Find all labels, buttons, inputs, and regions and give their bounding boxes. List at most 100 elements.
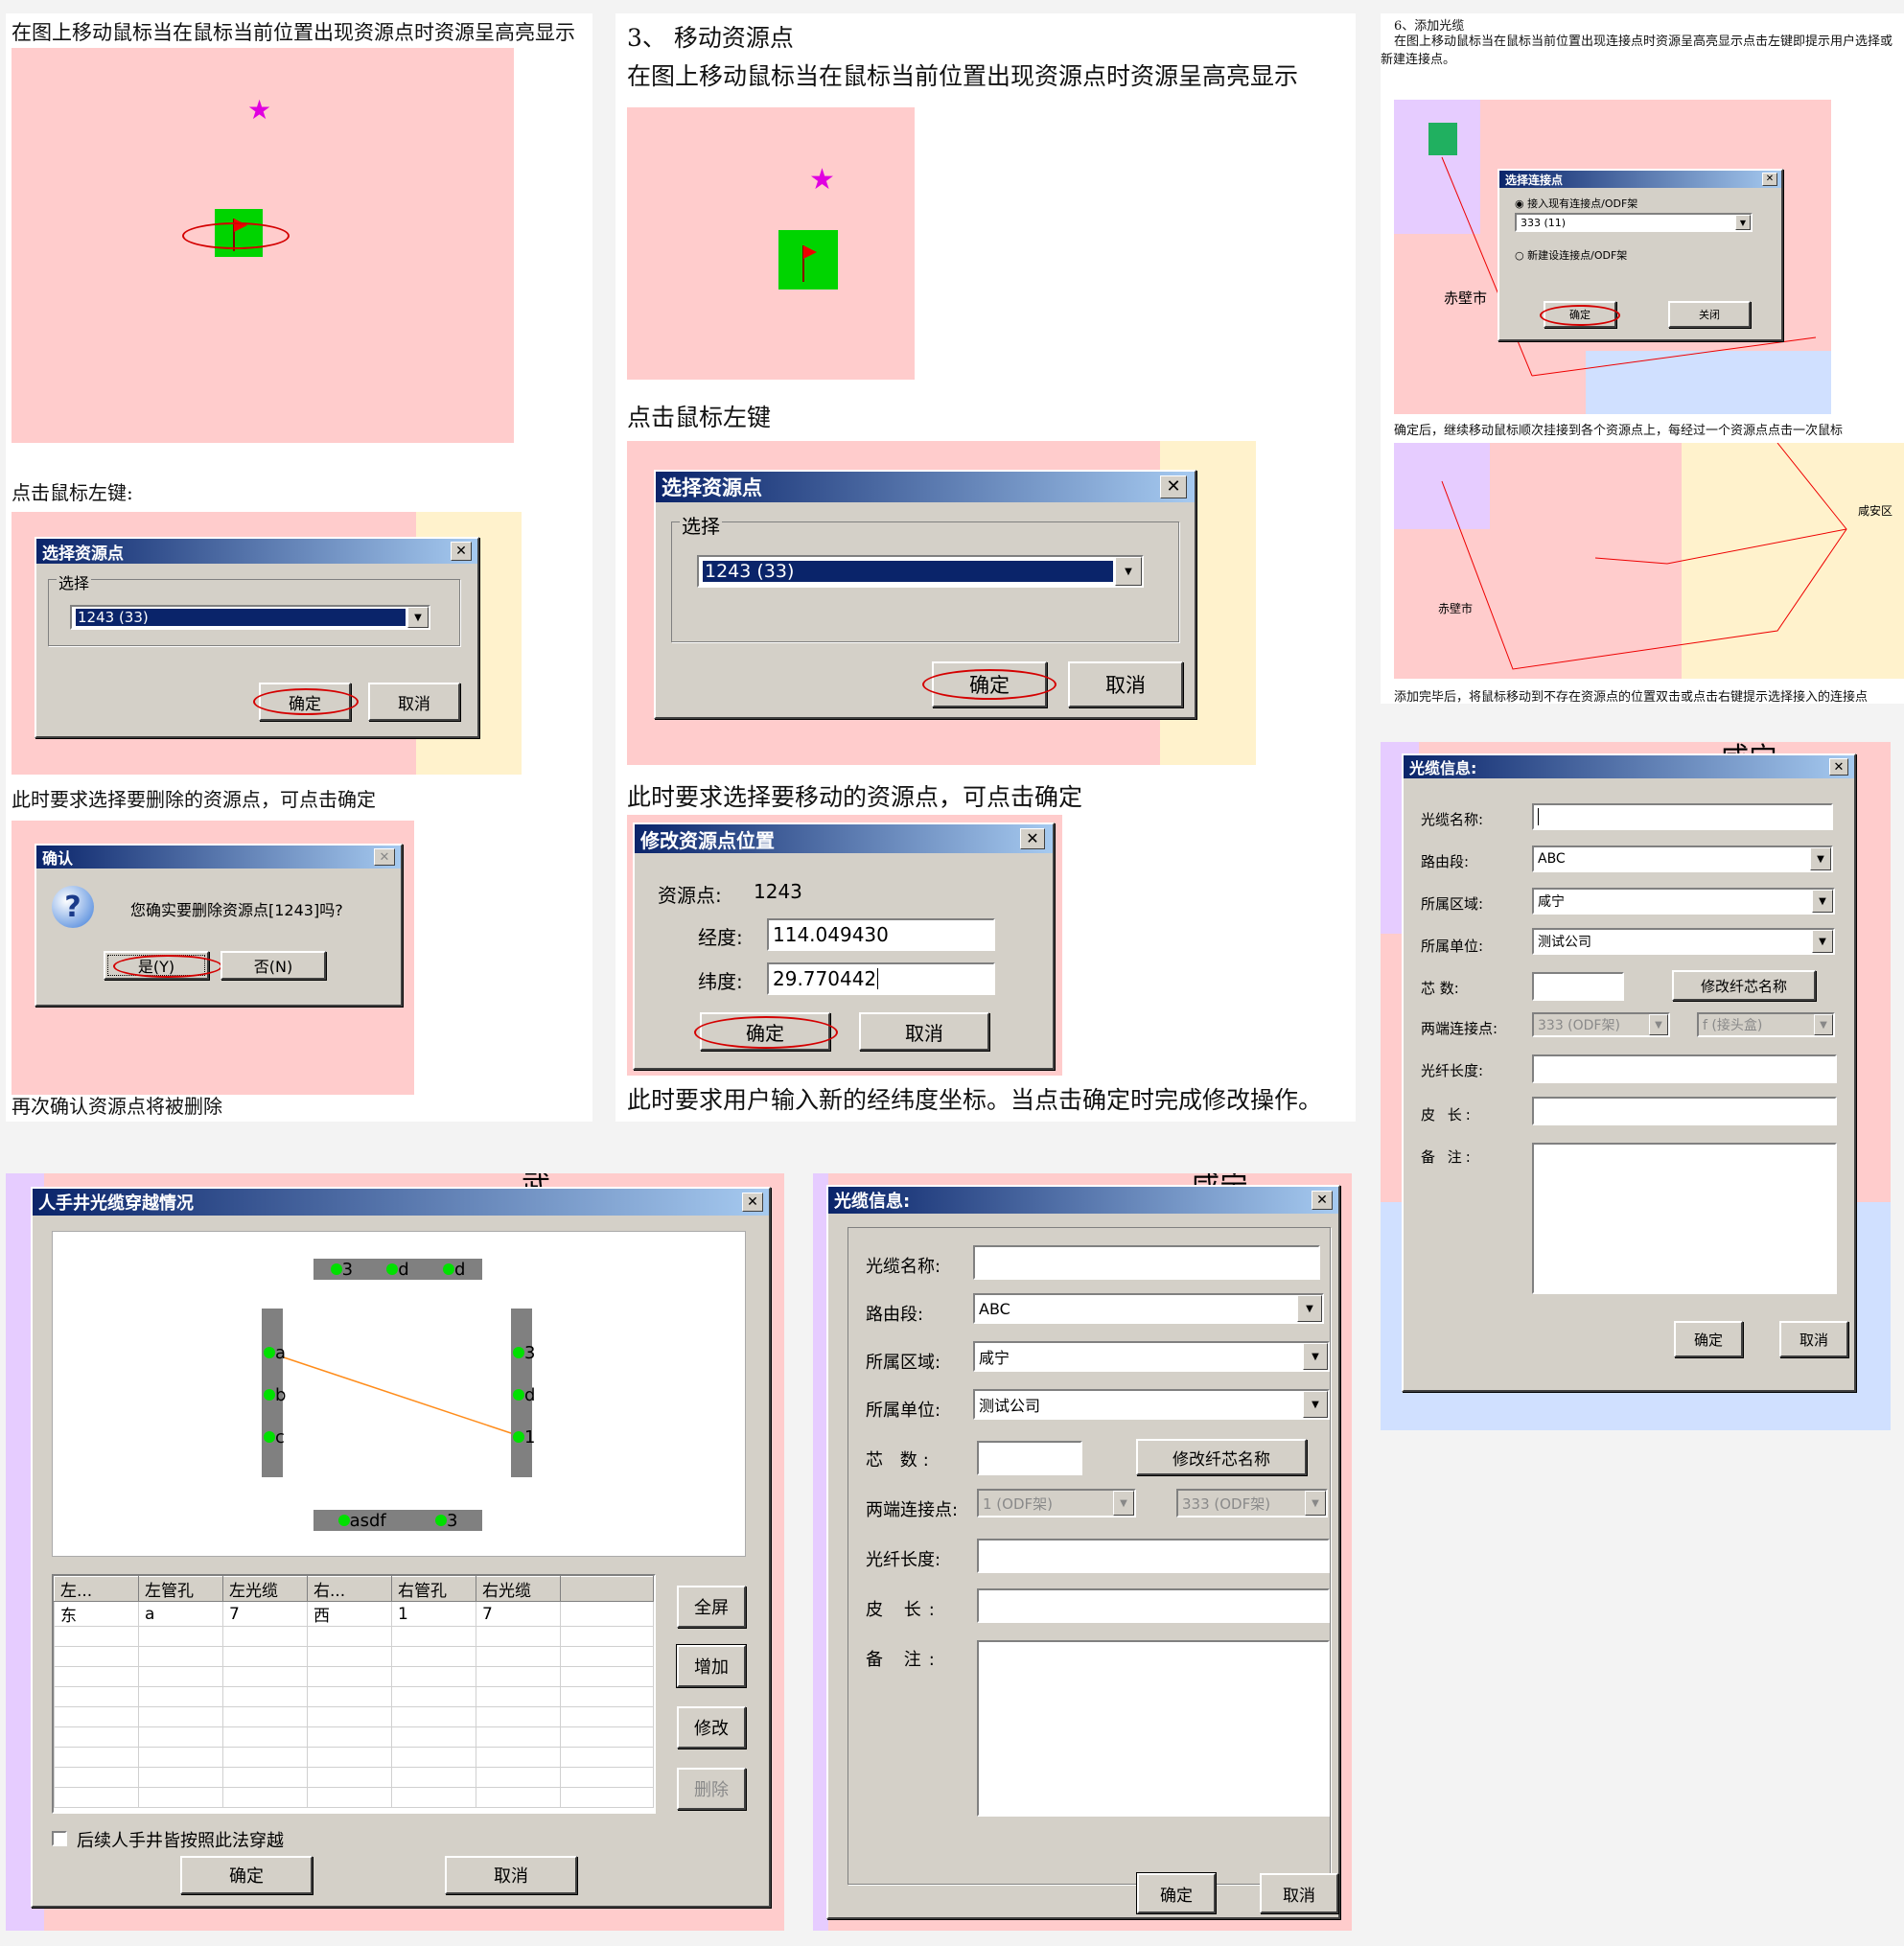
port[interactable]: asdf	[337, 1511, 386, 1531]
cancel-button[interactable]: 取消	[1779, 1321, 1848, 1357]
latitude-input[interactable]: 29.770442	[767, 962, 995, 995]
cancel-button[interactable]: 取消	[368, 683, 460, 721]
longitude-input[interactable]: 114.049430	[767, 918, 995, 951]
rename-cores-button[interactable]: 修改纤芯名称	[1136, 1439, 1307, 1475]
column-header[interactable]: 左管孔	[138, 1576, 223, 1602]
port[interactable]: 3	[513, 1343, 535, 1363]
chevron-down-icon[interactable]: ▼	[1812, 890, 1833, 913]
skin-length-input[interactable]	[977, 1588, 1330, 1623]
highlight-oval	[694, 1016, 838, 1049]
same-crossing-checkbox[interactable]	[52, 1831, 67, 1846]
chevron-down-icon[interactable]: ▼	[1649, 1014, 1668, 1035]
edit-button[interactable]: 修改	[677, 1706, 746, 1749]
resource-select[interactable]: 1243 (33) ▼	[70, 605, 430, 630]
end1-select[interactable]: 333 (ODF架) ▼	[1532, 1012, 1670, 1037]
crossing-table[interactable]: 左... 左管孔 左光缆 右... 右管孔 右光缆 东a7西17	[52, 1574, 656, 1814]
ok-button[interactable]: 确定	[1674, 1321, 1743, 1357]
chevron-down-icon[interactable]: ▼	[1735, 215, 1751, 230]
cores-input[interactable]	[977, 1441, 1082, 1475]
column-header[interactable]: 左...	[54, 1576, 139, 1602]
map-view[interactable]: 赤壁市 选择连接点 ✕ ◉ 接入现有连接点/ODF架 333 (11) ▼ ○ 新…	[1394, 100, 1831, 414]
cores-input[interactable]	[1532, 972, 1624, 1001]
port[interactable]: 3	[434, 1511, 457, 1531]
column-header	[560, 1576, 654, 1602]
chevron-down-icon[interactable]: ▼	[1115, 557, 1142, 586]
close-icon[interactable]: ✕	[374, 848, 395, 866]
unit-select[interactable]: 测试公司 ▼	[973, 1389, 1330, 1420]
rename-cores-button[interactable]: 修改纤芯名称	[1672, 970, 1816, 1001]
route-select[interactable]: ABC ▼	[973, 1293, 1324, 1324]
chevron-down-icon[interactable]: ▼	[1810, 847, 1831, 870]
column-header[interactable]: 右...	[307, 1576, 392, 1602]
table-row[interactable]: 东a7西17	[54, 1601, 654, 1627]
chevron-down-icon[interactable]: ▼	[1305, 1491, 1326, 1516]
close-icon[interactable]: ✕	[742, 1193, 763, 1212]
port[interactable]: d	[442, 1260, 465, 1280]
cable-name-input[interactable]	[1532, 803, 1833, 830]
panel-move-resource: 3、 移动资源点 在图上移动鼠标当在鼠标当前位置出现资源点时资源呈高亮显示 ★ …	[615, 13, 1356, 1122]
delete-button[interactable]: 删除	[677, 1768, 746, 1810]
crossing-table-grid: 左... 左管孔 左光缆 右... 右管孔 右光缆 东a7西17	[54, 1576, 654, 1808]
chevron-down-icon[interactable]: ▼	[1113, 1491, 1134, 1516]
end2-select[interactable]: f (接头盒) ▼	[1697, 1012, 1835, 1037]
chevron-down-icon[interactable]: ▼	[1812, 930, 1833, 953]
region-select[interactable]: 咸宁 ▼	[973, 1341, 1330, 1372]
resource-select[interactable]: 1243 (33) ▼	[697, 555, 1144, 588]
cable-name-input[interactable]	[973, 1245, 1320, 1280]
radio-existing[interactable]: ◉ 接入现有连接点/ODF架	[1515, 196, 1637, 211]
resource-point-icon[interactable]	[778, 230, 838, 290]
port[interactable]: 3	[330, 1260, 353, 1280]
select-group: 选择 1243 (33) ▼	[671, 511, 1179, 642]
port[interactable]: d	[386, 1260, 409, 1280]
cancel-button[interactable]: 取消	[859, 1012, 989, 1051]
close-icon[interactable]: ✕	[1020, 828, 1045, 849]
no-button[interactable]: 否(N)	[221, 951, 326, 980]
close-button[interactable]: 关闭	[1668, 301, 1751, 328]
end1-select[interactable]: 1 (ODF架) ▼	[977, 1489, 1136, 1517]
end2-select[interactable]: 333 (ODF架) ▼	[1176, 1489, 1328, 1517]
close-icon[interactable]: ✕	[1762, 173, 1777, 186]
fiber-length-input[interactable]	[977, 1539, 1330, 1573]
cancel-button[interactable]: 取消	[445, 1856, 577, 1894]
caption-click: 点击鼠标左键	[627, 404, 772, 431]
close-icon[interactable]: ✕	[451, 542, 472, 561]
port[interactable]: a	[264, 1343, 286, 1363]
fiber-length-input[interactable]	[1532, 1054, 1837, 1083]
modify-position-dialog: 修改资源点位置 ✕ 资源点: 1243 经度: 114.049430 纬度: 2…	[633, 822, 1055, 1070]
note-textarea[interactable]	[1532, 1143, 1837, 1294]
cancel-button[interactable]: 取消	[1068, 661, 1183, 707]
cable-name-label: 光缆名称:	[866, 1257, 941, 1277]
chevron-down-icon[interactable]: ▼	[1303, 1391, 1328, 1418]
column-header[interactable]: 右管孔	[391, 1576, 476, 1602]
map-view[interactable]: 赤壁市 咸安区	[1394, 443, 1904, 679]
table-row	[54, 1646, 654, 1667]
port[interactable]: c	[264, 1427, 285, 1448]
connection-select[interactable]: 333 (11) ▼	[1515, 213, 1753, 232]
map-view[interactable]: ★	[12, 48, 514, 443]
chevron-down-icon[interactable]: ▼	[1297, 1295, 1322, 1322]
radio-new[interactable]: ○ 新建设连接点/ODF架	[1515, 247, 1627, 263]
region-select[interactable]: 咸宁 ▼	[1532, 888, 1835, 915]
column-header[interactable]: 左光缆	[222, 1576, 308, 1602]
map-view[interactable]: ★	[627, 107, 915, 380]
fullscreen-button[interactable]: 全屏	[677, 1586, 746, 1628]
group-label: 选择	[57, 570, 92, 593]
chevron-down-icon[interactable]: ▼	[1814, 1014, 1833, 1035]
note-textarea[interactable]	[977, 1640, 1330, 1817]
close-icon[interactable]: ✕	[1312, 1191, 1333, 1210]
unit-select[interactable]: 测试公司 ▼	[1532, 928, 1835, 955]
ok-button[interactable]: 确定	[1136, 1872, 1217, 1914]
close-icon[interactable]: ✕	[1160, 475, 1187, 498]
route-select[interactable]: ABC ▼	[1532, 846, 1833, 872]
column-header[interactable]: 右光缆	[476, 1576, 561, 1602]
skin-length-input[interactable]	[1532, 1097, 1837, 1125]
ok-button[interactable]: 确定	[180, 1856, 313, 1894]
cancel-button[interactable]: 取消	[1260, 1873, 1338, 1913]
chevron-down-icon[interactable]: ▼	[407, 607, 429, 628]
port[interactable]: b	[264, 1385, 286, 1405]
add-button[interactable]: 增加	[676, 1644, 747, 1688]
chevron-down-icon[interactable]: ▼	[1303, 1343, 1328, 1370]
port[interactable]: d	[513, 1385, 535, 1405]
close-icon[interactable]: ✕	[1829, 758, 1848, 776]
port[interactable]: 1	[513, 1427, 535, 1448]
